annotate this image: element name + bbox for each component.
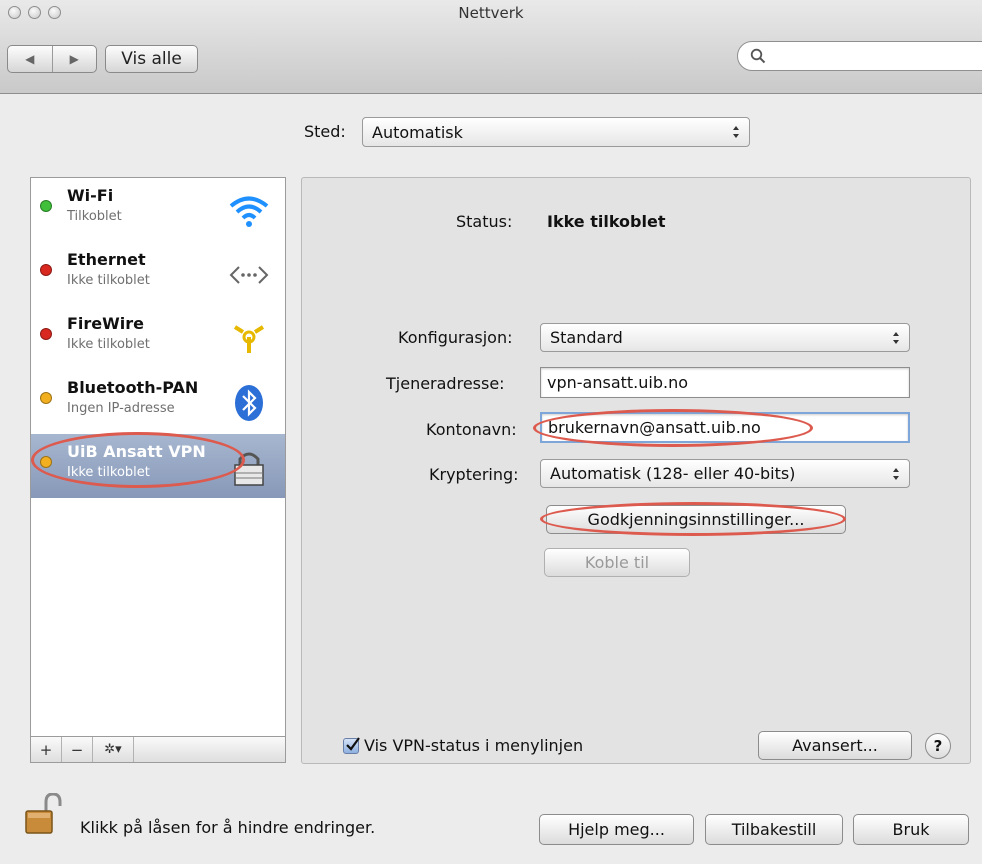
service-status: Ikke tilkoblet bbox=[67, 465, 150, 480]
connect-button[interactable]: Koble til bbox=[544, 548, 690, 577]
encryption-value: Automatisk (128- eller 40-bits) bbox=[550, 464, 796, 483]
network-preferences-window: Nettverk ◀ ▶ Vis alle Sted: Automatisk W… bbox=[0, 0, 982, 864]
show-vpn-status-label[interactable]: Vis VPN-status i menylinjen bbox=[364, 736, 583, 755]
account-name-label: Kontonavn: bbox=[426, 420, 517, 439]
status-dot bbox=[40, 200, 52, 212]
configuration-label: Konfigurasjon: bbox=[398, 328, 513, 347]
location-label: Sted: bbox=[304, 122, 346, 141]
advanced-button[interactable]: Avansert... bbox=[758, 731, 912, 760]
service-item-uib-ansatt-vpn[interactable]: UiB Ansatt VPN Ikke tilkoblet bbox=[31, 434, 285, 498]
service-list-toolbar: + − ✲▾ bbox=[30, 736, 286, 763]
forward-icon[interactable]: ▶ bbox=[53, 46, 97, 72]
ethernet-icon bbox=[229, 266, 269, 284]
location-popup[interactable]: Automatisk bbox=[362, 117, 750, 147]
status-label: Status: bbox=[456, 212, 513, 231]
apply-button[interactable]: Bruk bbox=[853, 814, 969, 845]
service-item-ethernet[interactable]: Ethernet Ikke tilkoblet bbox=[31, 242, 285, 306]
service-name: FireWire bbox=[67, 314, 145, 333]
configuration-value: Standard bbox=[550, 328, 623, 347]
vpn-lock-icon bbox=[234, 452, 264, 486]
encryption-popup[interactable]: Automatisk (128- eller 40-bits) bbox=[540, 459, 910, 488]
checkmark-icon bbox=[346, 737, 360, 751]
configuration-popup[interactable]: Standard bbox=[540, 323, 910, 352]
search-icon bbox=[750, 48, 766, 64]
show-all-button[interactable]: Vis alle bbox=[105, 45, 198, 73]
service-list: Wi-Fi Tilkoblet Ethernet Ikke tilkoblet … bbox=[30, 177, 286, 737]
back-forward-control: ◀ ▶ bbox=[7, 45, 97, 73]
encryption-label: Kryptering: bbox=[429, 465, 519, 484]
service-status: Ikke tilkoblet bbox=[67, 273, 150, 288]
search-input[interactable] bbox=[737, 41, 982, 71]
service-status: Ingen IP-adresse bbox=[67, 401, 175, 416]
lock-icon[interactable] bbox=[24, 793, 64, 835]
service-name: Wi-Fi bbox=[67, 186, 114, 205]
status-dot bbox=[40, 392, 52, 404]
window-title: Nettverk bbox=[458, 4, 524, 22]
status-value: Ikke tilkoblet bbox=[547, 212, 666, 231]
service-status: Tilkoblet bbox=[67, 209, 122, 224]
service-item-firewire[interactable]: FireWire Ikke tilkoblet bbox=[31, 306, 285, 370]
popup-arrows-icon bbox=[893, 331, 899, 344]
server-address-label: Tjeneradresse: bbox=[386, 374, 505, 393]
authentication-settings-button[interactable]: Godkjenningsinnstillinger... bbox=[546, 505, 846, 534]
popup-arrows-icon bbox=[893, 467, 899, 480]
service-name: UiB Ansatt VPN bbox=[67, 442, 206, 461]
back-icon[interactable]: ◀ bbox=[8, 46, 53, 72]
service-item-wifi[interactable]: Wi-Fi Tilkoblet bbox=[31, 178, 285, 242]
service-name: Ethernet bbox=[67, 250, 146, 269]
lock-hint-text: Klikk på låsen for å hindre endringer. bbox=[80, 818, 376, 837]
bluetooth-icon bbox=[235, 385, 263, 421]
service-name: Bluetooth-PAN bbox=[67, 378, 199, 397]
assist-me-button[interactable]: Hjelp meg... bbox=[539, 814, 694, 845]
account-name-field[interactable]: brukernavn@ansatt.uib.no bbox=[540, 412, 910, 443]
popup-arrows-icon bbox=[733, 126, 739, 138]
server-address-field[interactable]: vpn-ansatt.uib.no bbox=[540, 367, 910, 398]
location-value: Automatisk bbox=[372, 122, 463, 142]
revert-button[interactable]: Tilbakestill bbox=[705, 814, 843, 845]
add-service-button[interactable]: + bbox=[31, 737, 62, 762]
status-dot bbox=[40, 328, 52, 340]
status-dot bbox=[40, 264, 52, 276]
firewire-icon bbox=[233, 325, 265, 353]
show-vpn-status-checkbox[interactable] bbox=[343, 737, 360, 754]
title-bar: Nettverk ◀ ▶ Vis alle bbox=[0, 0, 982, 94]
status-dot bbox=[40, 456, 52, 468]
remove-service-button[interactable]: − bbox=[62, 737, 93, 762]
service-item-bluetooth-pan[interactable]: Bluetooth-PAN Ingen IP-adresse bbox=[31, 370, 285, 434]
gear-menu-button[interactable]: ✲▾ bbox=[93, 737, 134, 762]
help-button[interactable]: ? bbox=[925, 733, 951, 759]
wifi-icon bbox=[229, 196, 269, 227]
service-status: Ikke tilkoblet bbox=[67, 337, 150, 352]
